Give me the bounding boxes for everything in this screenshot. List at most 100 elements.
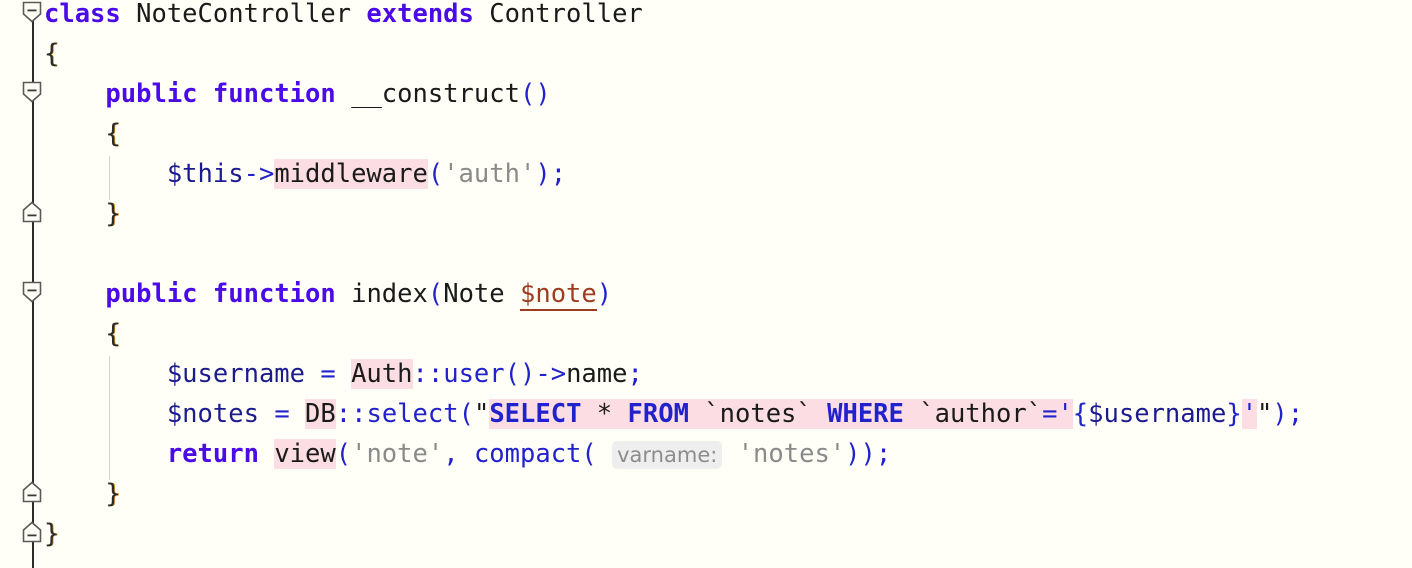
code-token: ; [550,159,567,189]
code-line-text: $this->middleware('auth'); [44,154,566,194]
code-token: :: [335,399,367,429]
fold-class-end-icon[interactable] [21,520,45,544]
code-line-text: { [44,114,120,154]
code-line-text: $username = Auth::user()->name; [44,354,643,394]
highlighted-token: = [1042,399,1058,429]
code-line-text: { [44,314,120,354]
code-content[interactable]: class NoteController extends Controller{… [0,0,1412,556]
highlighted-token [688,399,705,429]
code-line[interactable]: $username = Auth::user()->name; [0,354,1412,394]
code-token: :: [412,359,444,389]
code-token: $username [166,359,305,389]
inlay-parameter-hint: varname: [612,441,723,469]
code-line[interactable]: class NoteController extends Controller [0,0,1412,34]
code-editor[interactable]: class NoteController extends Controller{… [0,0,1412,568]
fold-construct-start-icon[interactable] [21,80,45,104]
code-token: name [566,359,628,389]
highlighted-token: * [596,399,613,429]
code-token: class [44,0,121,29]
fold-construct-end-icon[interactable] [21,200,45,224]
highlighted-token: DB [305,399,336,429]
code-line[interactable]: public function __construct() [0,74,1412,114]
code-token: ) [596,279,613,309]
code-token: index [351,279,428,309]
code-token: $username [1088,399,1227,429]
code-line[interactable]: { [0,34,1412,74]
code-line[interactable]: } [0,514,1412,554]
code-token: public [105,279,198,309]
code-token: } [105,199,121,229]
code-token: Controller [489,0,643,29]
code-line-text: } [44,474,121,514]
code-token: function [212,279,336,309]
code-token: select [366,399,459,429]
code-token: ; [627,359,643,389]
code-token: $this [166,159,244,189]
unused-parameter-warning: $note [520,279,597,311]
fold-class-start-icon[interactable] [21,0,45,24]
code-token: } [1226,399,1242,429]
highlighted-token: `author` [919,399,1043,429]
code-line[interactable]: $notes = DB::select("SELECT * FROM `note… [0,394,1412,434]
code-token: user [443,359,505,389]
code-token: $notes [166,399,259,429]
code-token: = [320,359,336,389]
highlighted-token: `notes` [704,399,812,429]
code-token: ; [1287,399,1304,429]
code-token: return [166,439,259,469]
code-token: " [1257,399,1273,429]
code-line[interactable]: } [0,194,1412,234]
highlighted-token [903,399,920,429]
code-token: __construct [351,79,520,109]
highlighted-token: Auth [351,359,413,389]
highlighted-token: ' [1241,399,1258,429]
highlighted-token: middleware [274,159,428,189]
code-token: )) [845,439,876,469]
code-token: -> [243,159,275,189]
code-token: function [212,79,336,109]
code-token: = [274,399,290,429]
fold-index-end-icon[interactable] [21,480,45,504]
code-token: () [504,359,536,389]
code-token: } [105,479,121,509]
code-token: ( [581,439,597,469]
code-token: Note [443,279,505,309]
highlighted-token: FROM [627,399,689,429]
code-line[interactable]: $this->middleware('auth'); [0,154,1412,194]
code-token: ( [427,279,444,309]
fold-gutter[interactable] [0,0,48,568]
highlighted-token: SELECT [489,399,582,429]
fold-index-start-icon[interactable] [21,280,45,304]
code-line[interactable] [0,234,1412,274]
code-token: ; [875,439,892,469]
code-line[interactable]: public function index(Note $note) [0,274,1412,314]
code-token: 'notes' [737,439,846,469]
code-line[interactable]: { [0,314,1412,354]
code-line[interactable]: { [0,114,1412,154]
code-line[interactable]: } [0,474,1412,514]
code-line[interactable]: return view('note', compact( varname: 'n… [0,434,1412,474]
highlighted-token: view [274,439,336,469]
highlighted-token: ' [1057,399,1073,429]
code-token: -> [535,359,567,389]
